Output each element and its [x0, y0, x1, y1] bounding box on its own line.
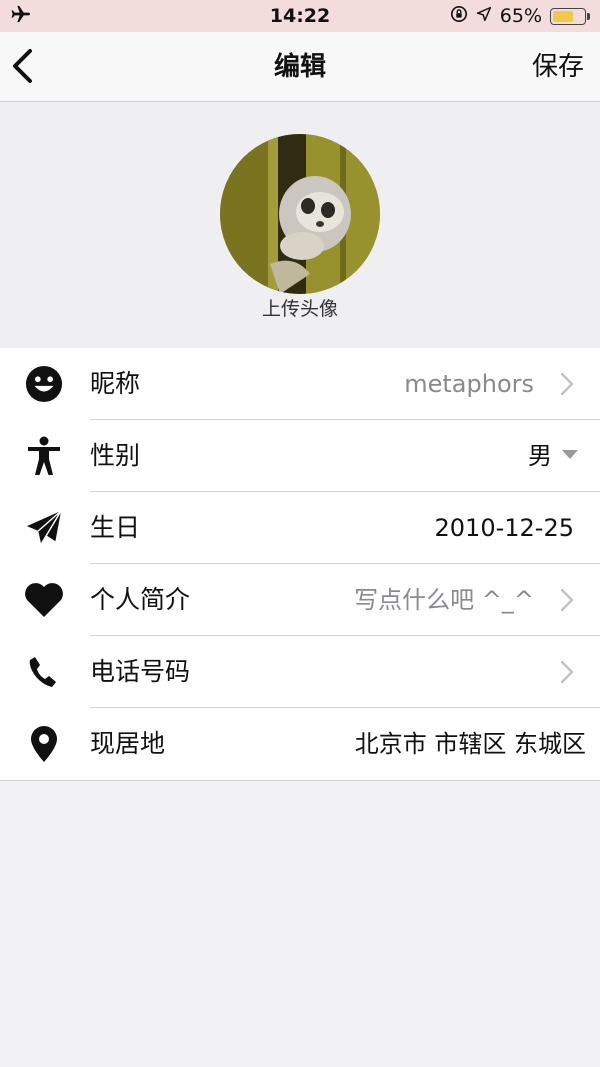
heart-icon [24, 580, 64, 620]
location-arrow-icon [476, 5, 492, 27]
rotation-lock-icon [450, 5, 468, 28]
bio-label: 个人简介 [90, 585, 191, 614]
nav-bar: 编辑 保存 [0, 32, 600, 102]
smiley-icon [24, 364, 64, 404]
avatar-section: 上传头像 [0, 103, 600, 348]
nickname-row[interactable]: 昵称 metaphors [0, 348, 600, 420]
nickname-label: 昵称 [90, 369, 141, 398]
map-pin-icon [24, 724, 64, 764]
back-button[interactable] [10, 48, 40, 84]
status-bar: 14:22 65% [0, 0, 600, 32]
chevron-left-icon [10, 49, 36, 88]
gender-value: 男 [528, 442, 552, 470]
chevron-right-icon [560, 660, 574, 684]
status-left [10, 5, 170, 28]
phone-row[interactable]: 电话号码 [0, 636, 600, 708]
phone-icon [24, 652, 64, 692]
page-title: 编辑 [273, 52, 326, 82]
airplane-icon [10, 5, 32, 28]
gender-label: 性别 [90, 441, 141, 470]
chevron-right-icon [560, 588, 574, 612]
battery-fill [553, 10, 573, 22]
location-label: 现居地 [90, 729, 166, 758]
profile-field-list: 昵称 metaphors 性别 男 生日 2010-12-25 个人简介 写点什… [0, 348, 600, 781]
save-button[interactable]: 保存 [532, 32, 584, 102]
location-value: 北京市 市辖区 东城区 [354, 730, 586, 758]
birthday-row[interactable]: 生日 2010-12-25 [0, 492, 600, 564]
nickname-value: metaphors [404, 370, 534, 398]
person-icon [24, 436, 64, 476]
upload-avatar-label[interactable]: 上传头像 [0, 294, 600, 321]
battery-percent: 65% [499, 5, 542, 27]
phone-label: 电话号码 [90, 657, 191, 686]
chevron-right-icon [560, 372, 574, 396]
avatar[interactable] [220, 134, 380, 294]
dropdown-triangle-icon [562, 450, 578, 459]
birthday-label: 生日 [90, 513, 141, 542]
location-row[interactable]: 现居地 北京市 市辖区 东城区 [0, 708, 600, 780]
avatar-image [220, 134, 380, 294]
paper-plane-icon [24, 508, 64, 548]
bio-value: 写点什么吧 ^_^ [354, 586, 534, 614]
bio-row[interactable]: 个人简介 写点什么吧 ^_^ [0, 564, 600, 636]
birthday-value: 2010-12-25 [434, 514, 574, 542]
status-right: 65% [450, 5, 590, 28]
gender-row[interactable]: 性别 男 [0, 420, 600, 492]
battery-icon [550, 7, 590, 25]
